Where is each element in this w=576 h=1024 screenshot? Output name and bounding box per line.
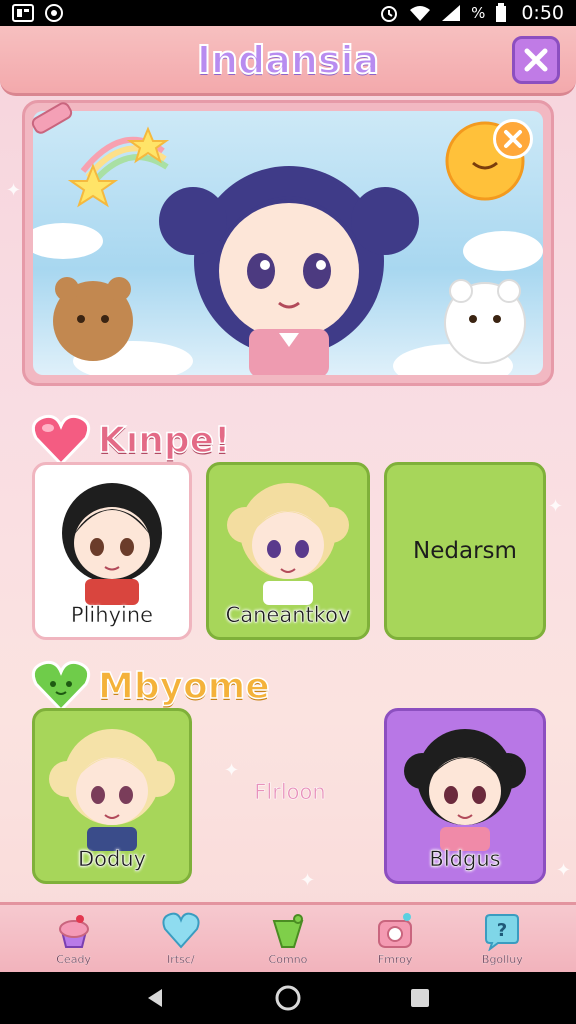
card-label: Plihyine bbox=[70, 603, 154, 627]
tab-comno[interactable]: Comno bbox=[243, 911, 333, 966]
pencil-icon bbox=[31, 102, 73, 134]
star-icon: ✦ bbox=[224, 760, 240, 781]
close-icon bbox=[504, 130, 522, 148]
character-card[interactable]: Nedarsm bbox=[384, 462, 546, 640]
heart-icon bbox=[162, 912, 200, 949]
tab-bgolluy[interactable]: ? Bgolluy bbox=[457, 911, 547, 966]
hero-image bbox=[33, 111, 543, 375]
heart-icon bbox=[31, 414, 91, 467]
recents-icon bbox=[411, 989, 429, 1007]
character-card[interactable]: Doduy bbox=[32, 708, 192, 884]
card-label: Bldgus bbox=[429, 847, 501, 871]
character-card[interactable]: Plihyine bbox=[32, 462, 192, 640]
tab-label: Ceady bbox=[56, 953, 91, 966]
tab-label: Bgolluy bbox=[481, 953, 523, 966]
middle-label: Flrloon bbox=[254, 780, 326, 805]
svg-text:?: ? bbox=[497, 920, 507, 941]
avatar bbox=[62, 483, 162, 605]
card-label: Nedarsm bbox=[413, 538, 517, 564]
avatar bbox=[227, 483, 349, 605]
card-label: Caneantkov bbox=[225, 603, 351, 627]
character-card[interactable]: Caneantkov bbox=[206, 462, 370, 640]
system-nav-bar bbox=[0, 972, 576, 1024]
hero-banner[interactable] bbox=[22, 100, 554, 386]
camera-icon bbox=[378, 913, 413, 948]
tab-irtsc[interactable]: Irtsc/ bbox=[136, 911, 226, 966]
bottom-tab-bar: Ceady Irtsc/ Comno Fmroy ? Bgolluy bbox=[0, 902, 576, 972]
star-icon: ✦ bbox=[300, 870, 316, 891]
section-heading-1: Kınpe! bbox=[30, 412, 231, 468]
avatar bbox=[404, 729, 526, 851]
section-title: Mbyome bbox=[97, 665, 270, 708]
tab-label: Comno bbox=[268, 953, 308, 966]
help-icon: ? bbox=[485, 914, 520, 951]
star-icon: ✦ bbox=[556, 860, 572, 881]
alarm-icon bbox=[379, 3, 399, 23]
page-title: Indansia bbox=[196, 37, 380, 83]
home-icon bbox=[275, 985, 301, 1011]
signal-icon bbox=[441, 4, 461, 22]
back-icon bbox=[148, 989, 162, 1007]
star-icon: ✦ bbox=[548, 496, 564, 517]
tab-fmroy[interactable]: Fmroy bbox=[350, 911, 440, 966]
cupcake-icon bbox=[58, 915, 89, 948]
section-title: Kınpe! bbox=[97, 419, 231, 462]
tab-ceady[interactable]: Ceady bbox=[29, 911, 119, 966]
sim-icon bbox=[12, 4, 34, 22]
close-button[interactable] bbox=[512, 36, 560, 84]
app-header: Indansia bbox=[0, 26, 576, 96]
back-button[interactable] bbox=[136, 978, 176, 1018]
battery-percent: % bbox=[471, 4, 486, 22]
hero-illustration bbox=[33, 121, 543, 375]
battery-icon bbox=[495, 3, 507, 23]
section-heading-2: Mbyome bbox=[30, 658, 270, 714]
green-heart-icon bbox=[31, 660, 91, 713]
app-icon bbox=[44, 3, 64, 23]
drink-icon bbox=[272, 914, 304, 948]
recents-button[interactable] bbox=[400, 978, 440, 1018]
tab-label: Irtsc/ bbox=[166, 953, 195, 966]
card-label: Doduy bbox=[77, 847, 147, 871]
character-card[interactable]: Bldgus bbox=[384, 708, 546, 884]
close-icon bbox=[524, 48, 548, 72]
tab-label: Fmroy bbox=[377, 953, 413, 966]
hero-close-button[interactable] bbox=[493, 119, 533, 159]
clock: 0:50 bbox=[521, 2, 564, 24]
avatar bbox=[49, 729, 175, 851]
star-icon: ✦ bbox=[6, 180, 22, 201]
status-bar: % 0:50 bbox=[0, 0, 576, 26]
wifi-icon bbox=[409, 4, 431, 22]
home-button[interactable] bbox=[268, 978, 308, 1018]
